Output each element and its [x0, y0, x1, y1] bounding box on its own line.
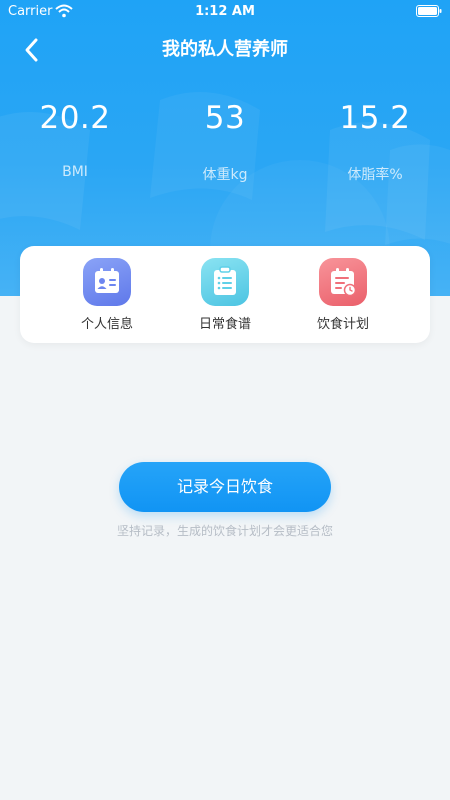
clock: 1:12 AM [195, 4, 255, 19]
battery-icon [416, 5, 442, 17]
record-diet-button[interactable]: 记录今日饮食 [119, 462, 331, 512]
stat-bmi: 20.2 BMI [0, 100, 150, 180]
menu-diet-plan[interactable]: 饮食计划 [293, 258, 393, 332]
page-title: 我的私人营养师 [162, 39, 288, 60]
menu-label: 个人信息 [80, 317, 133, 332]
stat-label: BMI [62, 164, 88, 180]
status-bar: Carrier 1:12 AM [0, 0, 450, 24]
menu-personal-info[interactable]: 个人信息 [57, 258, 157, 332]
stat-value: 20.2 [39, 100, 111, 136]
stat-label: 体重kg [202, 167, 248, 183]
menu-daily-recipes[interactable]: 日常食谱 [175, 258, 275, 332]
body-stats: 20.2 BMI 53 体重kg 15.2 体脂率% [0, 100, 450, 210]
menu-label: 饮食计划 [316, 317, 369, 332]
stat-body-fat: 15.2 体脂率% [300, 100, 450, 184]
menu-label: 日常食谱 [198, 317, 251, 332]
calendar-icon [319, 258, 367, 306]
id-card-icon [83, 258, 131, 306]
stat-value: 53 [204, 100, 246, 136]
menu-card: 个人信息 日常食谱 饮食计划 [20, 246, 430, 343]
list-icon [201, 258, 249, 306]
stat-label: 体脂率% [347, 167, 403, 183]
stat-weight: 53 体重kg [150, 100, 300, 184]
stat-value: 15.2 [339, 100, 411, 136]
navigation-bar: 我的私人营养师 [0, 26, 450, 66]
hint-text: 坚持记录，生成的饮食计划才会更适合您 [116, 524, 333, 538]
